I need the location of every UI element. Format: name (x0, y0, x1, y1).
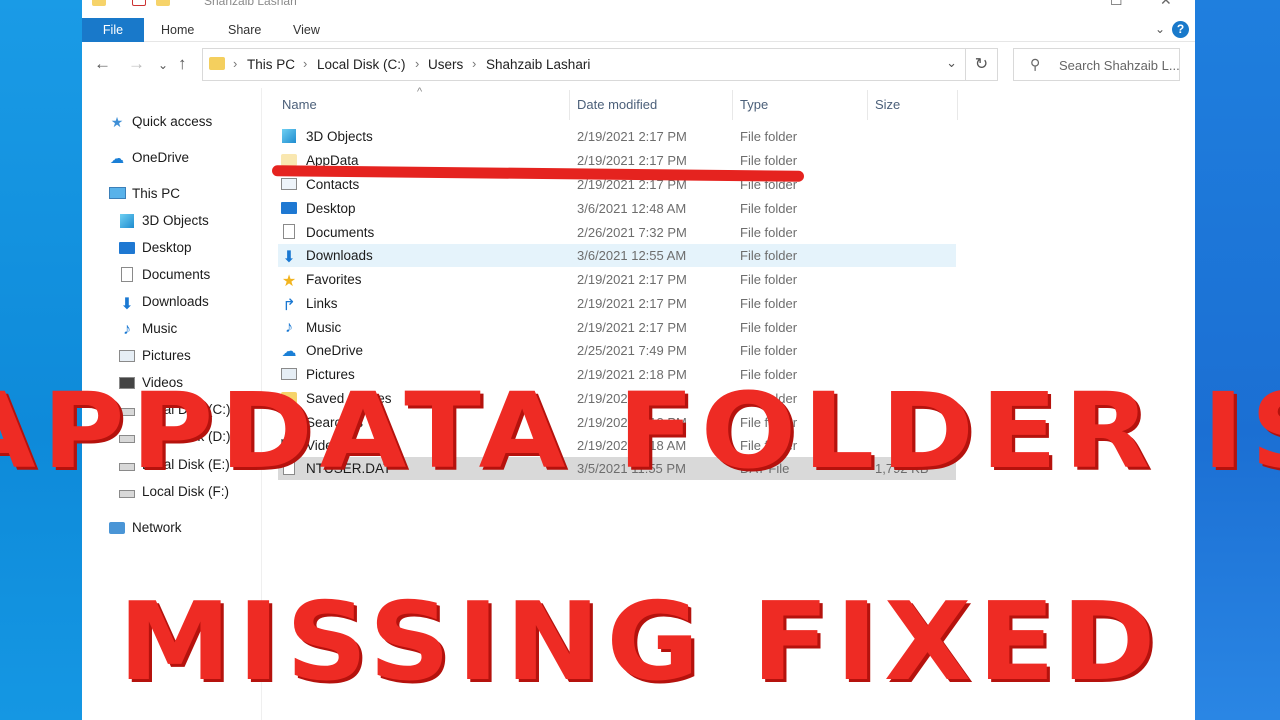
breadcrumb-local-disk[interactable]: Local Disk (C:) (317, 57, 406, 72)
list-item[interactable]: ☁ OneDrive 2/25/2021 7:49 PM File folder (278, 339, 956, 362)
link-icon: ↱ (282, 297, 296, 314)
list-item[interactable]: ★ Favorites 2/19/2021 2:17 PM File folde… (278, 268, 956, 291)
chevron-right-icon[interactable]: › (233, 56, 237, 71)
tab-file[interactable]: File (82, 18, 144, 42)
chevron-right-icon[interactable]: › (472, 56, 476, 71)
network-icon (108, 520, 126, 536)
tab-home[interactable]: Home (161, 18, 194, 42)
folder-icon (92, 0, 106, 6)
music-icon: ♪ (285, 319, 293, 336)
recent-locations-icon[interactable]: ⌄ (158, 58, 168, 72)
cube-icon (118, 213, 136, 229)
column-divider[interactable] (732, 90, 733, 120)
overlay-headline-line-2: MISSING FIXED (118, 580, 1162, 705)
help-button[interactable]: ? (1172, 21, 1189, 38)
folder-icon (209, 57, 225, 70)
properties-icon[interactable] (132, 0, 146, 6)
star-icon: ★ (110, 114, 124, 130)
column-divider[interactable] (569, 90, 570, 120)
overlay-headline-line-1: APPDATA FOLDER IS (0, 370, 1280, 492)
pictures-icon (118, 348, 136, 364)
column-header-type[interactable]: Type (740, 97, 768, 112)
tab-view[interactable]: View (293, 18, 320, 42)
desktop-icon (118, 240, 136, 256)
new-folder-icon[interactable] (156, 0, 170, 6)
music-icon: ♪ (123, 321, 131, 338)
chevron-right-icon[interactable]: › (303, 56, 307, 71)
search-icon: ⚲ (1030, 56, 1041, 72)
maximize-icon[interactable]: ☐ (1110, 0, 1123, 9)
list-item[interactable]: Desktop 3/6/2021 12:48 AM File folder (278, 197, 956, 220)
desktop-icon (280, 200, 298, 216)
cloud-icon: ☁ (281, 343, 297, 360)
close-icon[interactable]: ✕ (1160, 0, 1172, 9)
forward-icon[interactable]: → (128, 54, 145, 74)
address-bar[interactable]: › This PC › Local Disk (C:) › Users › Sh… (202, 48, 966, 81)
back-icon[interactable]: ← (94, 54, 111, 74)
breadcrumb-user-folder[interactable]: Shahzaib Lashari (486, 57, 590, 72)
sort-ascending-icon: ^ (417, 86, 423, 98)
title-bar: Shahzaib Lashari ☐ ✕ (82, 0, 1195, 10)
list-item[interactable]: Documents 2/26/2021 7:32 PM File folder (278, 221, 956, 244)
refresh-button[interactable]: ↻ (966, 48, 998, 81)
window-title: Shahzaib Lashari (204, 0, 297, 8)
chevron-down-icon[interactable]: ⌄ (1155, 22, 1165, 36)
column-header-name[interactable]: Name (282, 97, 317, 112)
breadcrumb-this-pc[interactable]: This PC (247, 57, 295, 72)
ribbon: File Home Share View ⌄ ? (82, 18, 1195, 42)
up-icon[interactable]: ↑ (178, 54, 187, 74)
list-item[interactable]: ♪ Music 2/19/2021 2:17 PM File folder (278, 316, 956, 339)
search-placeholder: Search Shahzaib L... (1059, 58, 1180, 73)
list-item[interactable]: 3D Objects 2/19/2021 2:17 PM File folder (278, 125, 956, 148)
list-item-selected[interactable]: ⬇ Downloads 3/6/2021 12:55 AM File folde… (278, 244, 956, 267)
column-header-date[interactable]: Date modified (577, 97, 657, 112)
cloud-icon: ☁ (110, 150, 124, 166)
document-icon (280, 224, 298, 240)
chevron-right-icon[interactable]: › (415, 56, 419, 71)
star-icon: ★ (281, 273, 297, 290)
search-box[interactable]: ⚲ Search Shahzaib L... (1013, 48, 1180, 81)
document-icon (118, 267, 136, 283)
tab-share[interactable]: Share (228, 18, 261, 42)
breadcrumb-users[interactable]: Users (428, 57, 463, 72)
navigation-bar: ← → ⌄ ↑ › This PC › Local Disk (C:) › Us… (82, 44, 1195, 88)
chevron-down-icon[interactable]: ⌄ (946, 55, 957, 71)
column-divider[interactable] (957, 90, 958, 120)
column-header-size[interactable]: Size (875, 97, 900, 112)
computer-icon (108, 186, 126, 202)
download-icon: ⬇ (282, 249, 296, 266)
cube-icon (280, 128, 298, 144)
column-divider[interactable] (867, 90, 868, 120)
contacts-icon (280, 176, 298, 192)
download-icon: ⬇ (120, 296, 134, 313)
list-item[interactable]: ↱ Links 2/19/2021 2:17 PM File folder (278, 292, 956, 315)
